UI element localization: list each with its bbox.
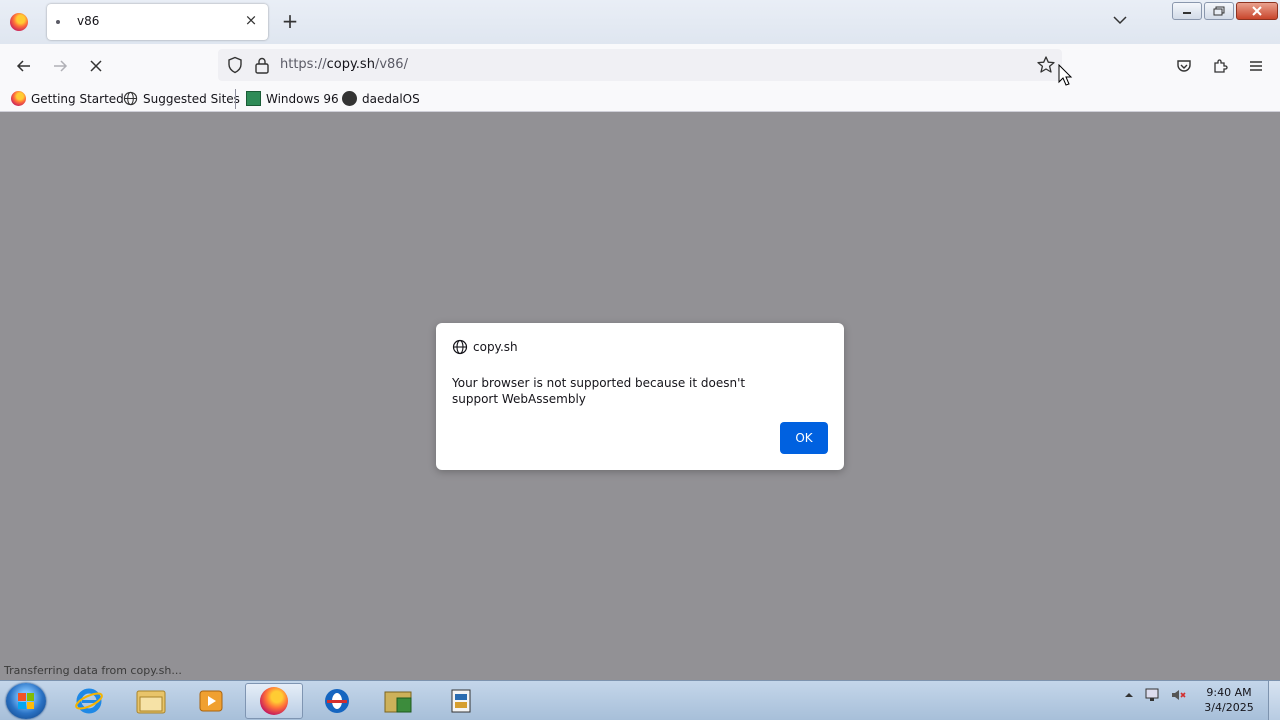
restore-button[interactable] [1204,2,1234,20]
internet-explorer-icon [75,688,103,714]
dialog-header: copy.sh [452,339,518,355]
taskbar-file-explorer[interactable] [122,683,180,719]
page-content: copy.sh Your browser is not supported be… [0,113,1280,680]
windows96-icon [246,91,261,106]
chevron-down-icon[interactable] [1110,10,1130,30]
arrow-left-icon [16,60,30,72]
firefox-icon[interactable] [10,13,28,31]
taskbar-internet-explorer[interactable] [60,683,118,719]
globe-icon [452,339,468,355]
firefox-icon [11,91,26,106]
close-tab-button[interactable]: × [242,11,260,29]
close-icon [1252,6,1262,16]
url-path: /v86/ [374,57,408,72]
restore-icon [1213,6,1225,16]
shield-icon[interactable] [226,56,244,74]
system-tray [1124,687,1186,703]
forward-button[interactable] [46,52,74,80]
taskbar-folder-app[interactable] [370,683,428,719]
bookmarks-toolbar: Getting Started Suggested Sites Windows … [0,86,1280,112]
extensions-button[interactable] [1206,52,1234,80]
tab-title: v86 [77,14,100,28]
taskbar-media-player[interactable] [182,683,240,719]
control-panel-icon [451,689,471,713]
star-icon[interactable] [1036,55,1056,75]
back-button[interactable] [10,52,38,80]
stop-button[interactable] [82,52,110,80]
opera-icon [325,689,349,713]
windows-logo-icon [18,693,34,709]
folder-app-icon [384,691,412,713]
folder-icon [136,690,166,714]
globe-icon [123,91,138,106]
url-host: copy.sh [326,57,375,72]
start-button[interactable] [6,683,46,719]
bookmark-getting-started[interactable]: Getting Started [11,91,124,106]
loading-dot-icon [56,20,60,24]
clock-date: 3/4/2025 [1204,701,1254,714]
firefox-icon [260,687,288,715]
window-controls [1172,2,1278,20]
tab-v86[interactable]: v86 × [47,4,268,40]
pocket-button[interactable] [1170,52,1198,80]
dialog-message: Your browser is not supported because it… [452,376,746,406]
ok-button[interactable]: OK [780,422,828,454]
bookmark-label: Windows 96 [266,91,339,106]
hamburger-menu-icon [1250,61,1262,71]
clock[interactable]: 9:40 AM 3/4/2025 [1196,685,1262,715]
minimize-button[interactable] [1172,2,1202,20]
clock-time: 9:40 AM [1206,686,1252,699]
status-text: Transferring data from copy.sh... [0,662,186,680]
arrow-right-icon [54,60,68,72]
alert-dialog: copy.sh Your browser is not supported be… [436,323,844,470]
show-desktop-button[interactable] [1268,681,1280,720]
taskbar-opera[interactable] [308,683,366,719]
bookmark-windows-96[interactable]: Windows 96 [246,91,339,106]
bookmark-daedalos[interactable]: daedalOS [342,91,420,106]
mouse-cursor-icon [1058,64,1073,86]
bookmark-label: Suggested Sites [143,91,240,106]
bookmark-suggested-sites[interactable]: Suggested Sites [123,91,240,106]
bookmark-label: Getting Started [31,91,124,106]
bookmark-separator [235,89,236,109]
stop-x-icon [90,60,102,72]
puzzle-icon [1214,59,1228,73]
volume-muted-icon[interactable] [1170,687,1186,703]
pocket-icon [1177,60,1191,72]
minimize-icon [1183,12,1191,14]
daedalos-icon [342,91,357,106]
taskbar-control-panel[interactable] [432,683,490,719]
network-icon[interactable] [1144,687,1160,703]
url-bar[interactable]: https://copy.sh/v86/ [218,49,1062,81]
media-player-icon [199,690,223,712]
tab-bar: v86 × + [0,0,1280,44]
dialog-origin: copy.sh [473,340,518,354]
menu-button[interactable] [1242,52,1270,80]
lock-icon[interactable] [254,56,270,74]
bookmark-label: daedalOS [362,91,420,106]
close-window-button[interactable] [1236,2,1278,20]
show-hidden-icons-icon[interactable] [1124,690,1134,700]
url-scheme: https:// [280,57,327,72]
navigation-toolbar: https://copy.sh/v86/ [0,44,1280,86]
url-text[interactable]: https://copy.sh/v86/ [280,57,408,72]
taskbar: 9:40 AM 3/4/2025 [0,680,1280,720]
new-tab-button[interactable]: + [279,10,301,32]
taskbar-firefox[interactable] [245,683,303,719]
